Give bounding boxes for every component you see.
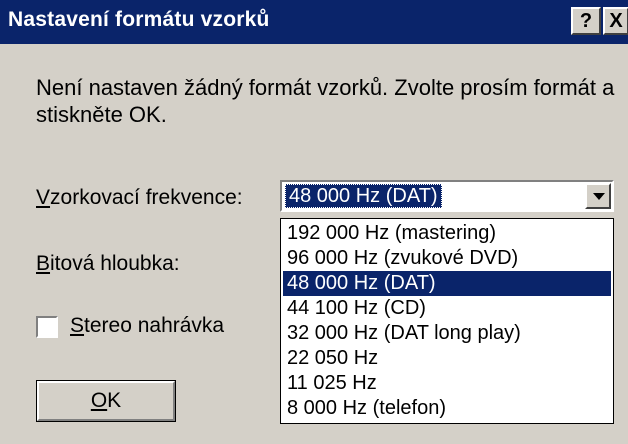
dropdown-option[interactable]: 96 000 Hz (zvukové DVD) bbox=[283, 246, 611, 271]
dropdown-option[interactable]: 192 000 Hz (mastering) bbox=[283, 221, 611, 246]
sample-rate-label: Vzorkovací frekvence: bbox=[36, 186, 243, 210]
bit-depth-label-text: itová hloubka: bbox=[50, 252, 180, 275]
dropdown-option[interactable]: 8 000 Hz (telefon) bbox=[283, 396, 611, 421]
title-bar[interactable]: Nastavení formátu vzorků ? X bbox=[0, 0, 628, 44]
help-icon: ? bbox=[579, 9, 593, 32]
dialog-title: Nastavení formátu vzorků bbox=[8, 8, 270, 31]
stereo-mnemonic: S bbox=[70, 314, 85, 337]
stereo-label-text: tereo nahrávka bbox=[84, 314, 225, 337]
sample-rate-dropdown-list[interactable]: 192 000 Hz (mastering) 96 000 Hz (zvukov… bbox=[280, 218, 614, 424]
format-dialog: Nastavení formátu vzorků ? X Není nastav… bbox=[0, 0, 628, 444]
ok-button[interactable]: OK bbox=[36, 380, 176, 422]
sample-rate-label-text: zorkovací frekvence: bbox=[50, 186, 243, 209]
close-button[interactable]: X bbox=[603, 7, 628, 35]
dropdown-option-selected[interactable]: 48 000 Hz (DAT) bbox=[283, 271, 611, 296]
ok-mnemonic: O bbox=[90, 389, 108, 412]
close-icon: X bbox=[609, 9, 623, 32]
sample-rate-selected-value: 48 000 Hz (DAT) bbox=[285, 184, 442, 208]
stereo-label[interactable]: Stereo nahrávka bbox=[70, 314, 224, 338]
ok-label-text: K bbox=[107, 389, 122, 412]
dropdown-option[interactable]: 32 000 Hz (DAT long play) bbox=[283, 321, 611, 346]
stereo-checkbox[interactable] bbox=[36, 316, 58, 338]
ok-button-face: OK bbox=[37, 381, 175, 421]
dropdown-option[interactable]: 11 025 Hz bbox=[283, 371, 611, 396]
sample-rate-combobox[interactable]: 48 000 Hz (DAT) bbox=[280, 180, 614, 212]
chevron-down-icon[interactable] bbox=[585, 183, 611, 209]
dropdown-option[interactable]: 44 100 Hz (CD) bbox=[283, 296, 611, 321]
help-button[interactable]: ? bbox=[571, 7, 601, 35]
bit-depth-mnemonic: B bbox=[36, 252, 51, 275]
info-message: Není nastaven žádný formát vzorků. Zvolt… bbox=[36, 75, 615, 127]
dropdown-option[interactable]: 22 050 Hz bbox=[283, 346, 611, 371]
bit-depth-label: Bitová hloubka: bbox=[36, 252, 180, 276]
sample-rate-mnemonic: V bbox=[36, 186, 51, 209]
